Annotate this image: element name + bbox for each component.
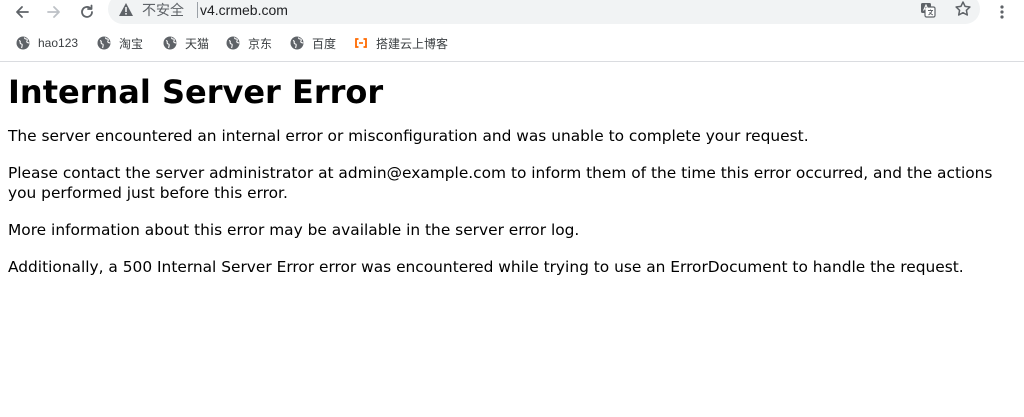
browser-toolbar: 不安全 v4.crmeb.com [0,0,1024,24]
forward-arrow-icon [47,6,60,18]
bookmark-label: 京东 [248,36,273,51]
bookmark-label: 搭建云上博客 [376,36,449,51]
reload-button[interactable] [75,0,99,24]
browser-menu-button[interactable] [992,0,1012,24]
globe-icon [290,36,304,50]
browser-chrome: 不安全 v4.crmeb.com hao123 淘宝 天猫 京东 百度 搭建云上… [0,0,1024,62]
error-paragraph: The server encountered an internal error… [8,127,809,145]
bookmark-label: 百度 [312,36,337,51]
insecure-label[interactable]: 不安全 [142,2,184,18]
bookmarks-bar: hao123 淘宝 天猫 京东 百度 搭建云上博客 [0,32,1024,54]
reload-icon [81,4,93,18]
page-title: Internal Server Error [8,73,384,111]
omnibox-separator [197,2,198,18]
error-paragraph: Additionally, a 500 Internal Server Erro… [8,258,964,276]
bookmark-jd[interactable]: 京东 [226,34,272,52]
bookmark-tmall[interactable]: 天猫 [163,34,209,52]
globe-icon [226,36,240,50]
warning-triangle-icon [119,3,133,16]
bookmark-label: 天猫 [185,36,210,51]
bookmark-label: 淘宝 [119,36,144,51]
globe-icon [16,36,30,50]
globe-icon [97,36,111,50]
url-text[interactable]: v4.crmeb.com [200,1,288,19]
address-bar[interactable]: 不安全 v4.crmeb.com [108,0,980,24]
back-button[interactable] [10,0,34,24]
bookmark-star-icon[interactable] [954,0,972,18]
bookmark-baidu[interactable]: 百度 [290,34,336,52]
bookmark-hao123[interactable]: hao123 [16,34,78,52]
forward-button[interactable] [42,0,66,24]
bookmark-cloud-blog[interactable]: 搭建云上博客 [354,34,448,52]
back-arrow-icon [16,6,29,18]
globe-icon [163,36,177,50]
error-page-content: Internal Server Error The server encount… [8,62,1018,294]
aliyun-cloud-icon [355,38,367,48]
translate-icon[interactable] [920,2,936,18]
bookmark-label: hao123 [38,36,79,50]
error-paragraph: More information about this error may be… [8,221,580,239]
bookmark-taobao[interactable]: 淘宝 [97,34,143,52]
error-paragraph: Please contact the server administrator … [8,164,993,202]
kebab-menu-icon [1000,5,1004,19]
